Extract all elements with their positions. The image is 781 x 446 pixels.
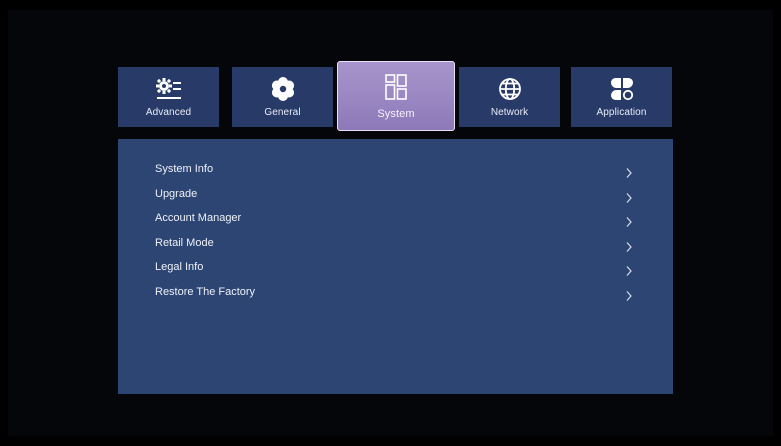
menu-item-upgrade[interactable]: Upgrade [118,182,673,207]
tab-label: General [264,107,301,118]
menu-item-label: Retail Mode [155,236,214,249]
menu-item-legal-info[interactable]: Legal Info [118,255,673,280]
tab-advanced[interactable]: Advanced [118,67,219,127]
system-menu-list: System Info Upgrade Account Manager Reta… [118,157,673,305]
menu-item-system-info[interactable]: System Info [118,157,673,182]
flower-gear-icon [232,77,333,101]
tab-label: Application [596,107,647,118]
menu-item-label: System Info [155,163,214,175]
tab-system[interactable]: System [337,61,455,131]
menu-item-account-manager[interactable]: Account Manager [118,206,673,231]
settings-tab-bar: Advanced General System Network Applicat… [0,0,781,140]
menu-item-retail-mode[interactable]: Retail Mode [118,231,673,256]
chevron-right-icon [624,287,634,301]
tab-general[interactable]: General [232,67,333,127]
apps-icon [571,77,672,101]
menu-item-label: Restore The Factory [155,285,256,298]
system-settings-panel: System Info Upgrade Account Manager Reta… [118,139,673,394]
globe-icon [459,77,560,101]
chevron-right-icon [624,262,634,277]
tab-network[interactable]: Network [459,67,560,127]
tab-label: System [377,108,415,120]
windows-grid-icon [338,74,454,100]
tab-application[interactable]: Application [571,67,672,127]
settings-list-icon [118,77,219,101]
tab-label: Advanced [145,107,192,118]
tv-screen: Advanced General System Network Applicat… [0,0,781,446]
menu-item-label: Legal Info [155,261,204,274]
chevron-right-icon [624,238,634,252]
chevron-right-icon [624,213,634,228]
tab-label: Network [490,107,529,118]
menu-item-label: Account Manager [155,212,242,225]
chevron-right-icon [624,164,634,178]
chevron-right-icon [624,189,634,203]
menu-item-restore-factory[interactable]: Restore The Factory [118,280,673,305]
menu-item-label: Upgrade [155,187,198,200]
